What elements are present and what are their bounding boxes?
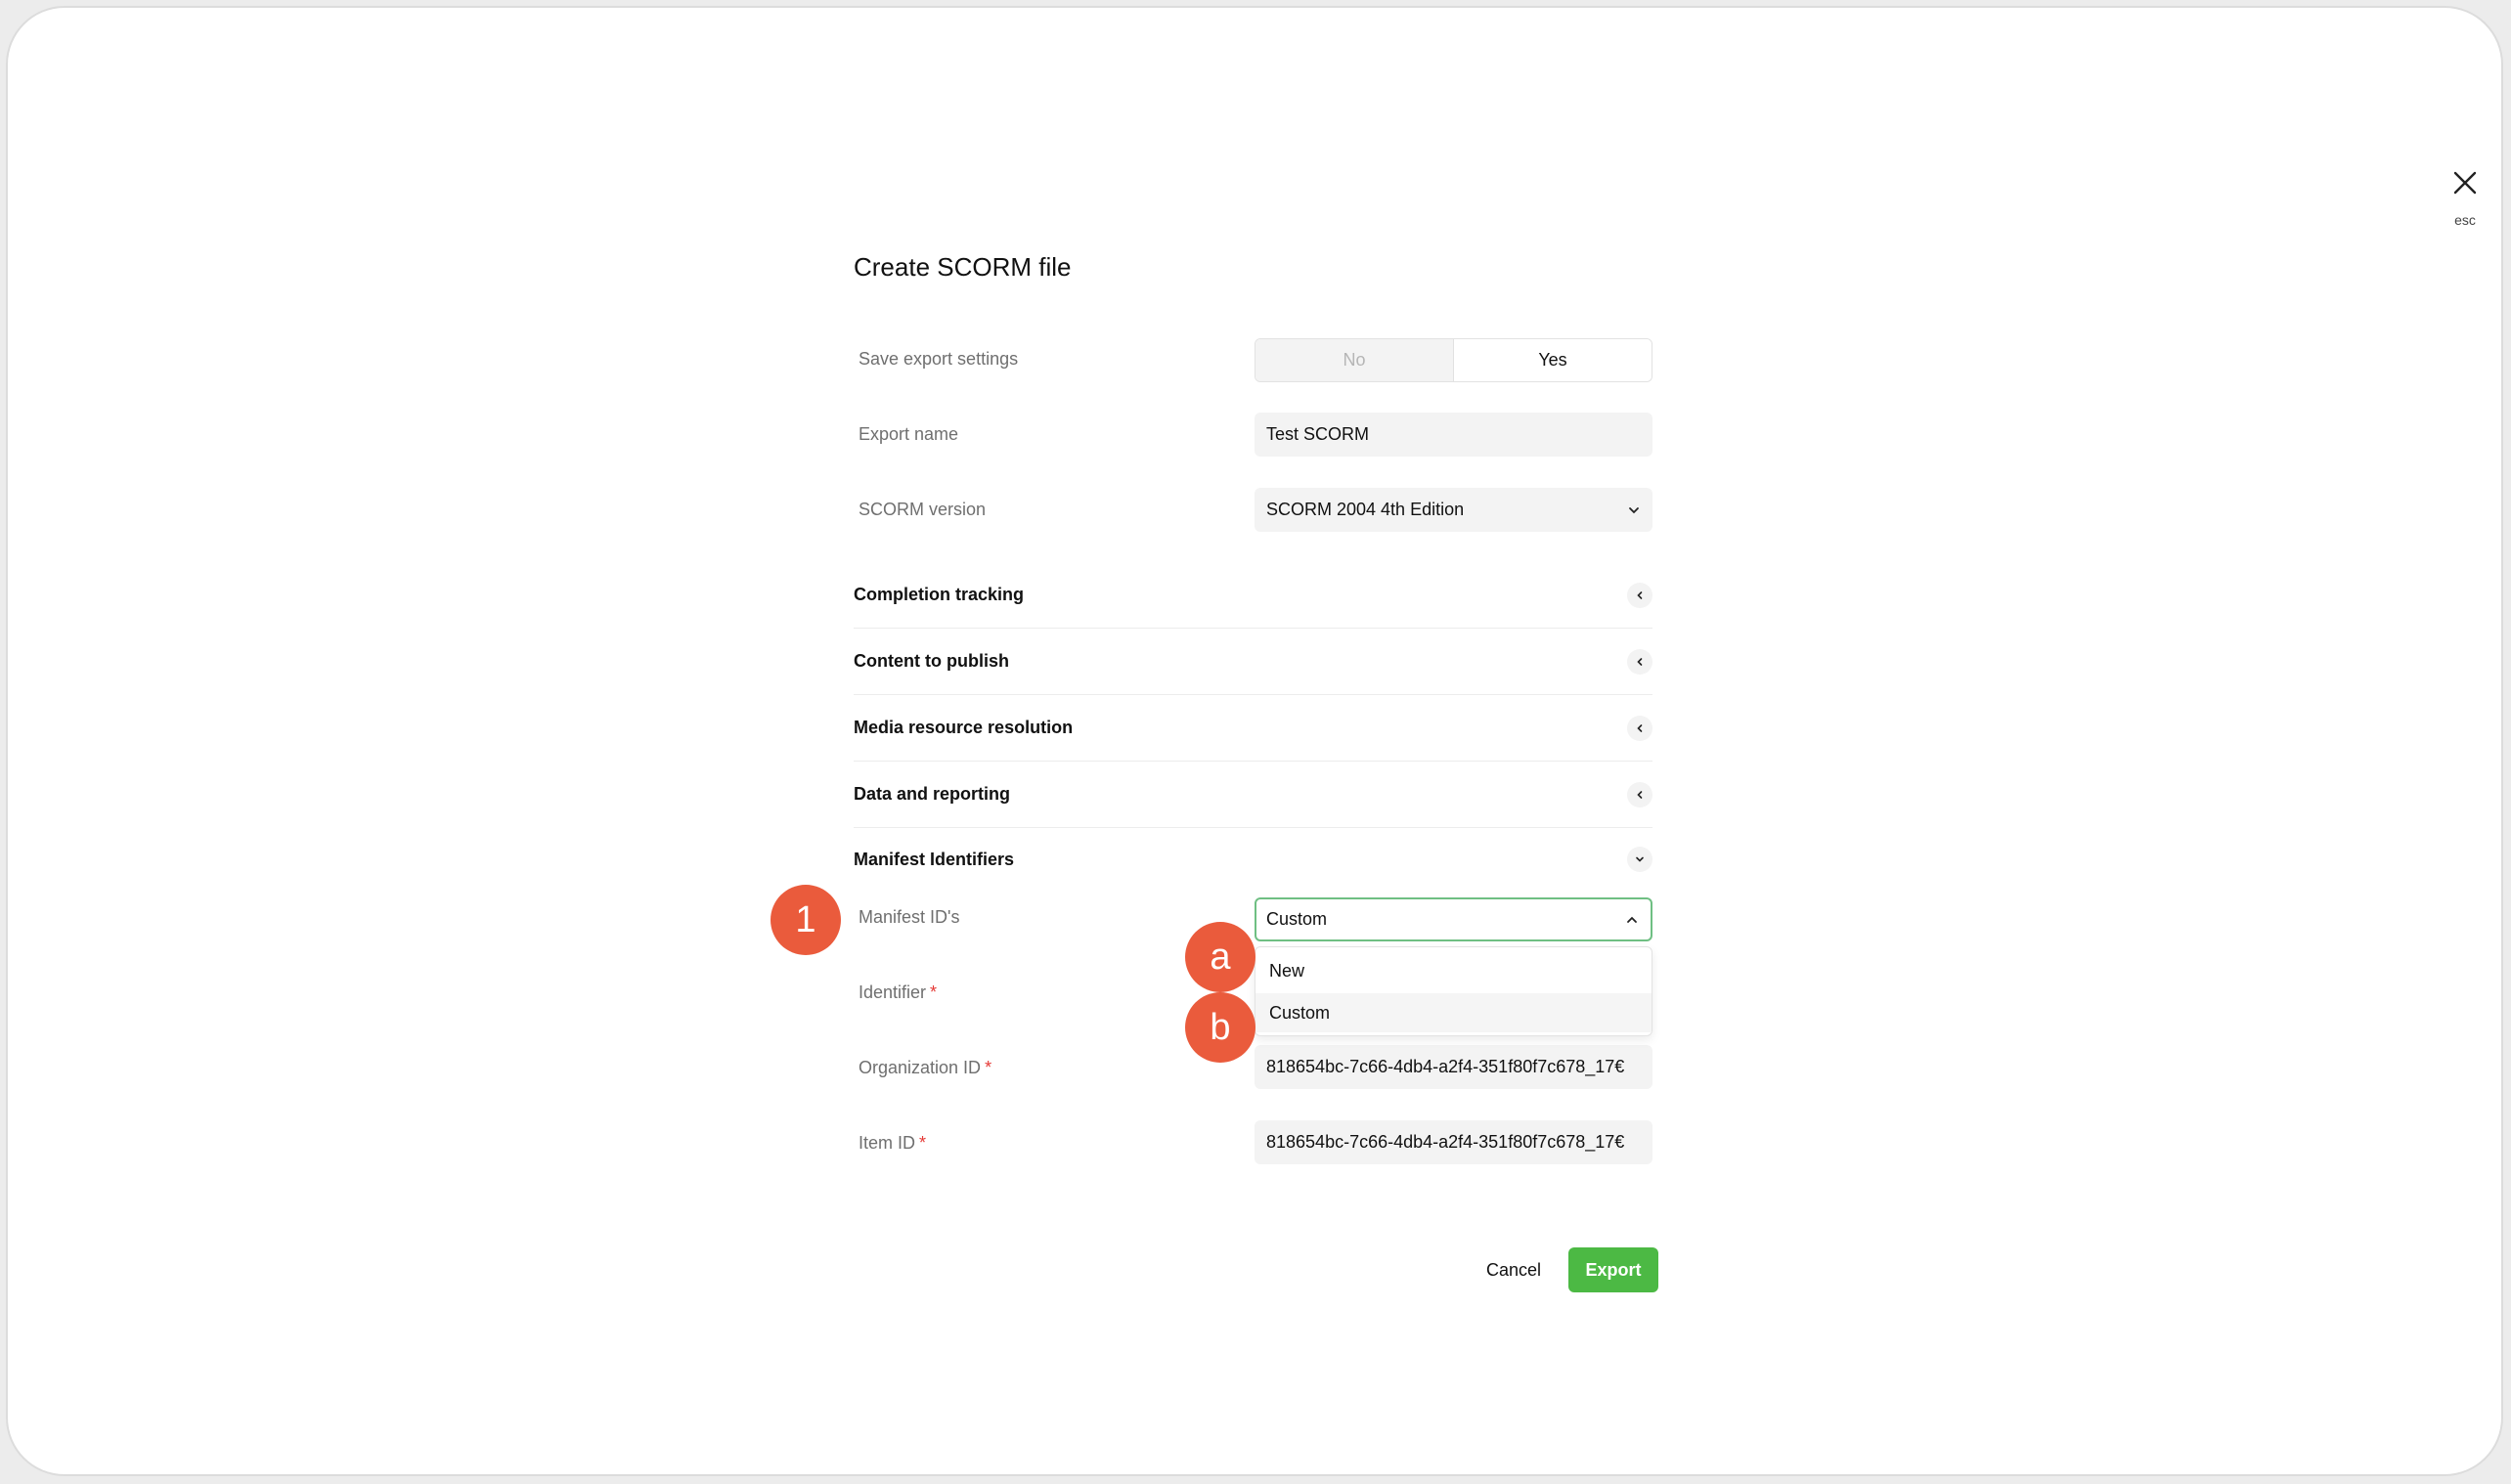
cancel-button[interactable]: Cancel (1467, 1248, 1561, 1292)
section-label: Completion tracking (854, 585, 1025, 604)
item-id-label: Item ID * (859, 1133, 927, 1153)
close-button[interactable]: esc (2445, 169, 2485, 228)
chevron-up-icon (1627, 916, 1637, 923)
save-settings-no[interactable]: No (1256, 339, 1454, 381)
manifest-ids-select[interactable]: Custom (1255, 897, 1652, 941)
dropdown-option-custom[interactable]: Custom (1256, 993, 1652, 1032)
scorm-version-value: SCORM 2004 4th Edition (1266, 500, 1465, 519)
save-settings-yes[interactable]: Yes (1454, 339, 1652, 381)
annotation-badge-a: a (1185, 922, 1256, 992)
chevron-down-icon[interactable] (1627, 847, 1652, 872)
section-content-to-publish[interactable]: Content to publish (854, 629, 1652, 695)
dropdown-option-new[interactable]: New (1256, 951, 1652, 990)
export-button[interactable]: Export (1568, 1247, 1658, 1292)
section-manifest-identifiers[interactable]: Manifest Identifiers (854, 826, 1652, 893)
annotation-badge-b: b (1185, 992, 1256, 1063)
required-mark: * (930, 982, 938, 1002)
chevron-left-icon[interactable] (1627, 582, 1652, 608)
esc-label: esc (2454, 212, 2476, 228)
close-icon (2453, 171, 2477, 195)
organization-id-label: Organization ID * (859, 1058, 992, 1077)
section-label: Data and reporting (854, 784, 1011, 804)
scorm-version-select[interactable]: SCORM 2004 4th Edition (1255, 488, 1652, 532)
chevron-left-icon[interactable] (1627, 715, 1652, 741)
export-name-input[interactable]: Test SCORM (1255, 413, 1652, 457)
organization-id-input[interactable]: 818654bc-7c66-4db4-a2f4-351f80f7c678_17€ (1255, 1045, 1652, 1089)
save-settings-label: Save export settings (859, 349, 1019, 369)
identifier-label: Identifier * (859, 982, 938, 1002)
manifest-ids-value: Custom (1266, 909, 1328, 929)
section-label: Manifest Identifiers (854, 849, 1015, 869)
manifest-ids-dropdown-menu: New Custom (1255, 946, 1652, 1036)
section-label: Media resource resolution (854, 718, 1074, 737)
scorm-version-label: SCORM version (859, 500, 987, 519)
chevron-left-icon[interactable] (1627, 648, 1652, 675)
export-name-label: Export name (859, 424, 959, 444)
manifest-ids-label: Manifest ID's (859, 907, 960, 927)
section-media-resource-resolution[interactable]: Media resource resolution (854, 695, 1652, 762)
required-mark: * (985, 1058, 992, 1077)
section-label: Content to publish (854, 651, 1009, 671)
chevron-down-icon (1629, 506, 1639, 513)
chevron-left-icon[interactable] (1627, 781, 1652, 807)
item-id-input[interactable]: 818654bc-7c66-4db4-a2f4-351f80f7c678_17€ (1255, 1120, 1652, 1164)
annotation-badge-step: 1 (771, 885, 841, 955)
required-mark: * (919, 1133, 927, 1153)
dialog-title: Create SCORM file (854, 252, 1072, 282)
section-completion-tracking[interactable]: Completion tracking (854, 562, 1652, 629)
save-settings-toggle[interactable]: No Yes (1255, 338, 1652, 382)
section-data-and-reporting[interactable]: Data and reporting (854, 762, 1652, 828)
